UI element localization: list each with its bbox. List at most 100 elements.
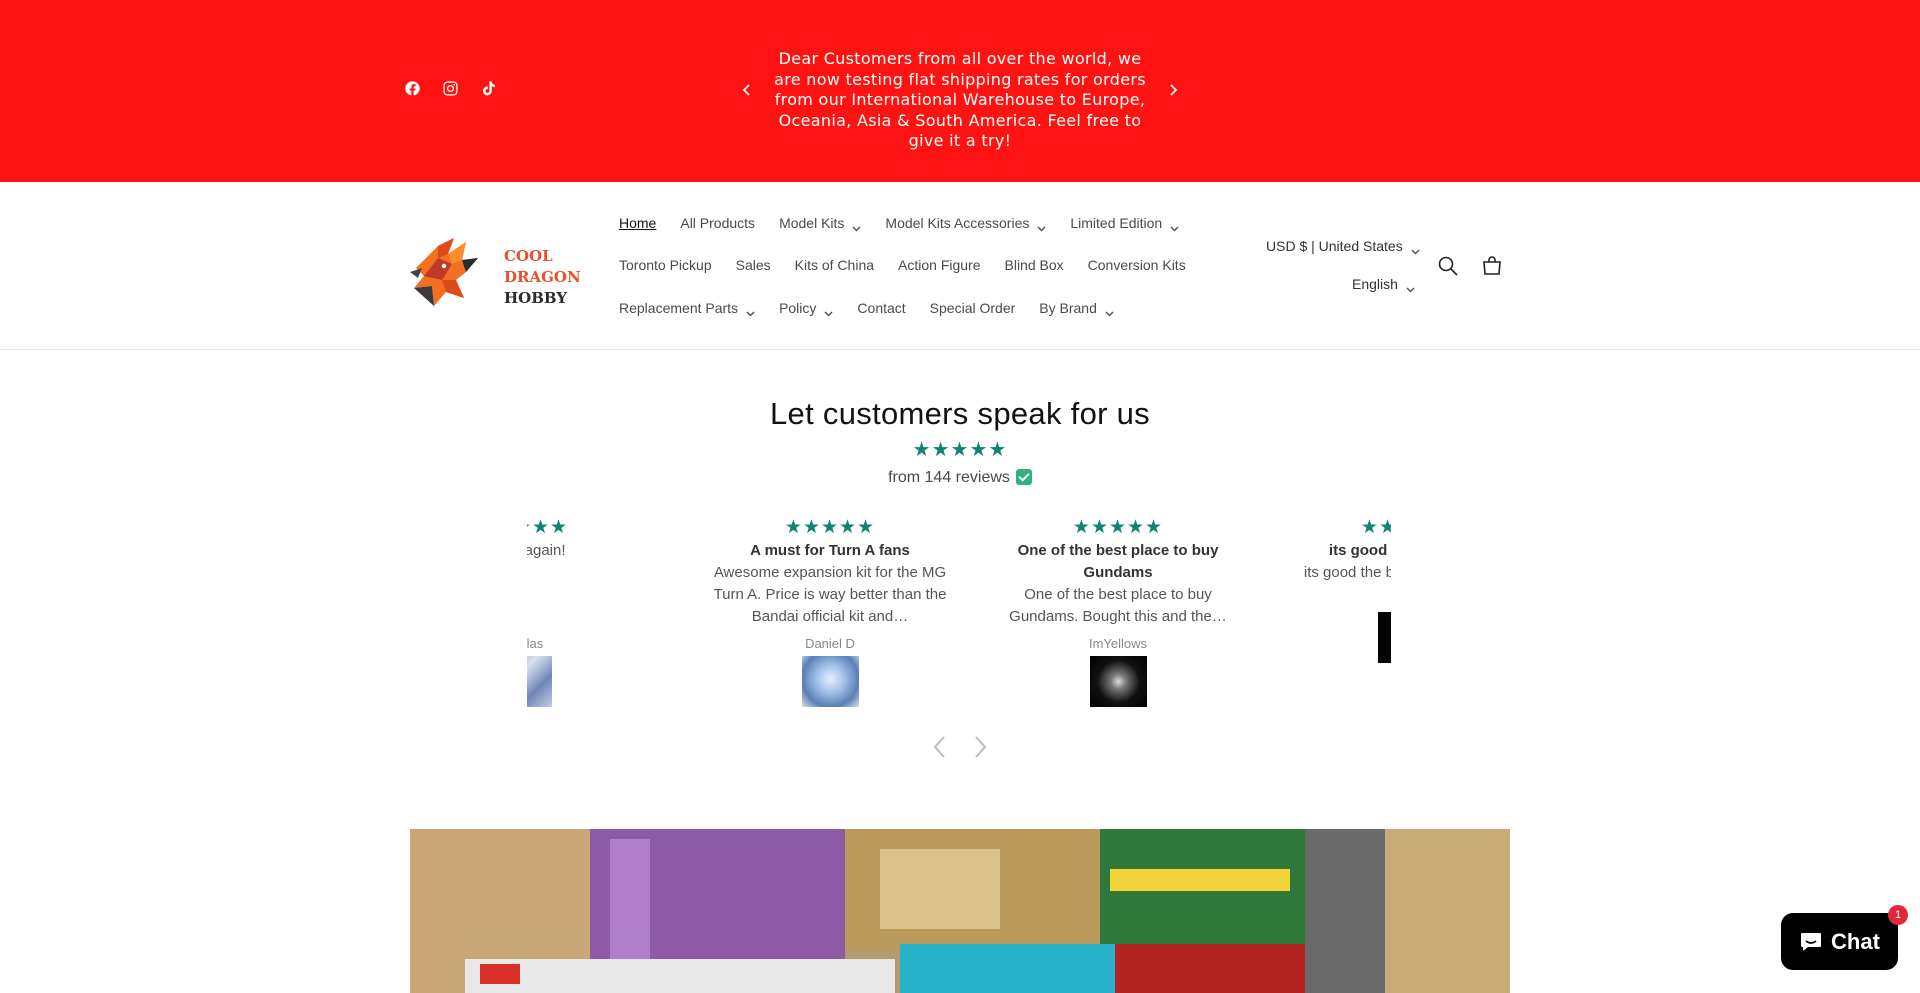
nav-action-figure-label: Action Figure	[898, 257, 981, 273]
review-body: its good the b… but its all go…	[1303, 564, 1391, 581]
instagram-icon	[443, 81, 458, 96]
nav-model-kits-accessories-label: Model Kits Accessories	[885, 215, 1030, 231]
chat-unread-badge: 1	[1888, 905, 1908, 925]
cart-icon	[1483, 256, 1501, 275]
nav-sales[interactable]: Sales	[736, 257, 771, 273]
site-header: COOL DRAGON HOBBY Home All Products Mode…	[0, 182, 1920, 350]
nav-special-order-label: Special Order	[929, 300, 1016, 316]
nav-toronto-pickup[interactable]: Toronto Pickup	[619, 257, 712, 273]
chevron-right-icon	[975, 736, 987, 758]
review-title: its good the b… but it	[1328, 542, 1391, 559]
nav-blind-box[interactable]: Blind Box	[1005, 257, 1064, 273]
review-photo[interactable]	[1089, 656, 1147, 707]
nav-kits-of-china-label: Kits of China	[794, 257, 875, 273]
reviews-count-label: from 144 reviews	[888, 469, 1010, 486]
nav-conversion-kits-label: Conversion Kits	[1087, 257, 1186, 273]
model-kit-boxes-image	[410, 829, 1510, 993]
social-links	[404, 80, 518, 102]
chevron-down-icon	[1037, 219, 1046, 232]
nav-row-3: Replacement Parts Policy Contact Special…	[619, 300, 1138, 317]
review-stars: ★★★★★	[1072, 517, 1164, 538]
chevron-left-icon	[933, 736, 945, 758]
logo-wordmark: COOL DRAGON HOBBY	[504, 246, 581, 309]
announcement-bar: Dear Customers from all over the world, …	[0, 0, 1920, 182]
facebook-icon	[405, 81, 420, 96]
review-title: One of the best place to buy Gundams	[1017, 542, 1219, 581]
chat-button[interactable]: Chat 1	[1781, 905, 1908, 970]
nav-limited-edition-label: Limited Edition	[1070, 215, 1163, 231]
review-author: Daniel D	[805, 636, 855, 651]
nav-toronto-pickup-label: Toronto Pickup	[619, 257, 712, 273]
nav-replacement-parts[interactable]: Replacement Parts	[619, 300, 755, 317]
site-logo[interactable]: COOL DRAGON HOBBY	[408, 228, 584, 312]
review-photo[interactable]	[1377, 612, 1391, 663]
nav-conversion-kits[interactable]: Conversion Kits	[1088, 257, 1186, 273]
nav-by-brand-label: By Brand	[1039, 300, 1097, 316]
nav-model-kits[interactable]: Model Kits	[779, 215, 861, 232]
nav-row-1: Home All Products Model Kits Model Kits …	[619, 215, 1203, 232]
review-title: A must for Turn A fans	[750, 542, 910, 559]
reviews-carousel: ★★★★★ chase again! icholas ★★★★★ A must …	[527, 516, 1391, 721]
currency-label: USD $ | United States	[1266, 238, 1403, 254]
chevron-down-icon	[1170, 219, 1179, 232]
nav-home-label: Home	[619, 215, 657, 231]
chevron-down-icon	[746, 304, 755, 317]
reviews-prev-button[interactable]	[930, 733, 948, 761]
chat-bubble-icon	[1801, 932, 1822, 951]
tiktok-icon	[482, 81, 496, 96]
chevron-right-icon	[1170, 84, 1178, 96]
nav-contact[interactable]: Contact	[857, 300, 905, 316]
chevron-down-icon	[1411, 242, 1420, 255]
chevron-left-icon	[742, 84, 750, 96]
nav-contact-label: Contact	[857, 300, 906, 316]
nav-replacement-parts-label: Replacement Parts	[619, 300, 739, 316]
review-card[interactable]: ★★★★★ A must for Turn A fans Awesome exp…	[707, 516, 953, 707]
search-icon	[1438, 256, 1458, 276]
language-selector[interactable]: English	[1352, 276, 1415, 293]
review-card[interactable]: ★★★★★ chase again! icholas	[527, 516, 646, 707]
nav-home[interactable]: Home	[619, 215, 656, 231]
cart-button[interactable]	[1480, 254, 1504, 278]
nav-limited-edition[interactable]: Limited Edition	[1070, 215, 1179, 232]
announcement-prev-button[interactable]	[740, 82, 754, 96]
reviews-title: Let customers speak for us	[770, 396, 1150, 431]
nav-all-products[interactable]: All Products	[680, 215, 755, 231]
chat-label: Chat	[1831, 928, 1880, 954]
review-stars: ★★★★★	[1360, 517, 1391, 538]
reviews-count: from 144 reviews	[0, 469, 1920, 487]
verified-icon	[1015, 469, 1032, 485]
facebook-link[interactable]	[404, 80, 426, 102]
review-stars: ★★★★★	[527, 517, 569, 538]
instagram-link[interactable]	[442, 80, 464, 102]
nav-model-kits-accessories[interactable]: Model Kits Accessories	[885, 215, 1046, 232]
dragon-logo-icon	[410, 238, 478, 306]
review-card[interactable]: ★★★★★ One of the best place to buy Gunda…	[995, 516, 1241, 707]
announcement-text: Dear Customers from all over the world, …	[774, 49, 1146, 150]
review-card[interactable]: ★★★★★ its good the b… but it its good th…	[1283, 516, 1391, 663]
tiktok-link[interactable]	[480, 80, 502, 102]
review-body: One of the best place to buy Gundams. Bo…	[1009, 586, 1227, 625]
nav-special-order[interactable]: Special Order	[930, 300, 1016, 316]
review-photo[interactable]	[801, 656, 859, 707]
review-author: ImYellows	[1088, 636, 1148, 651]
nav-by-brand[interactable]: By Brand	[1039, 300, 1114, 317]
announcement-next-button[interactable]	[1166, 82, 1180, 96]
chevron-down-icon	[852, 219, 861, 232]
reviews-average-stars: ★★★★★	[912, 437, 1008, 461]
review-body: Awesome expansion kit for the MG Turn A.…	[713, 564, 947, 625]
featured-image	[410, 829, 1510, 993]
nav-model-kits-label: Model Kits	[779, 215, 845, 231]
review-body	[527, 562, 646, 628]
logo-line-dragon: DRAGON	[504, 268, 581, 286]
reviews-next-button[interactable]	[972, 733, 990, 761]
nav-policy[interactable]: Policy	[779, 300, 833, 317]
logo-line-cool: COOL	[504, 247, 553, 265]
search-button[interactable]	[1436, 254, 1460, 278]
nav-all-products-label: All Products	[680, 215, 756, 231]
currency-selector[interactable]: USD $ | United States	[1266, 238, 1420, 255]
nav-action-figure[interactable]: Action Figure	[898, 257, 980, 273]
nav-kits-of-china[interactable]: Kits of China	[795, 257, 874, 273]
nav-sales-label: Sales	[735, 257, 771, 273]
language-label: English	[1352, 276, 1398, 292]
review-photo[interactable]	[527, 656, 552, 707]
